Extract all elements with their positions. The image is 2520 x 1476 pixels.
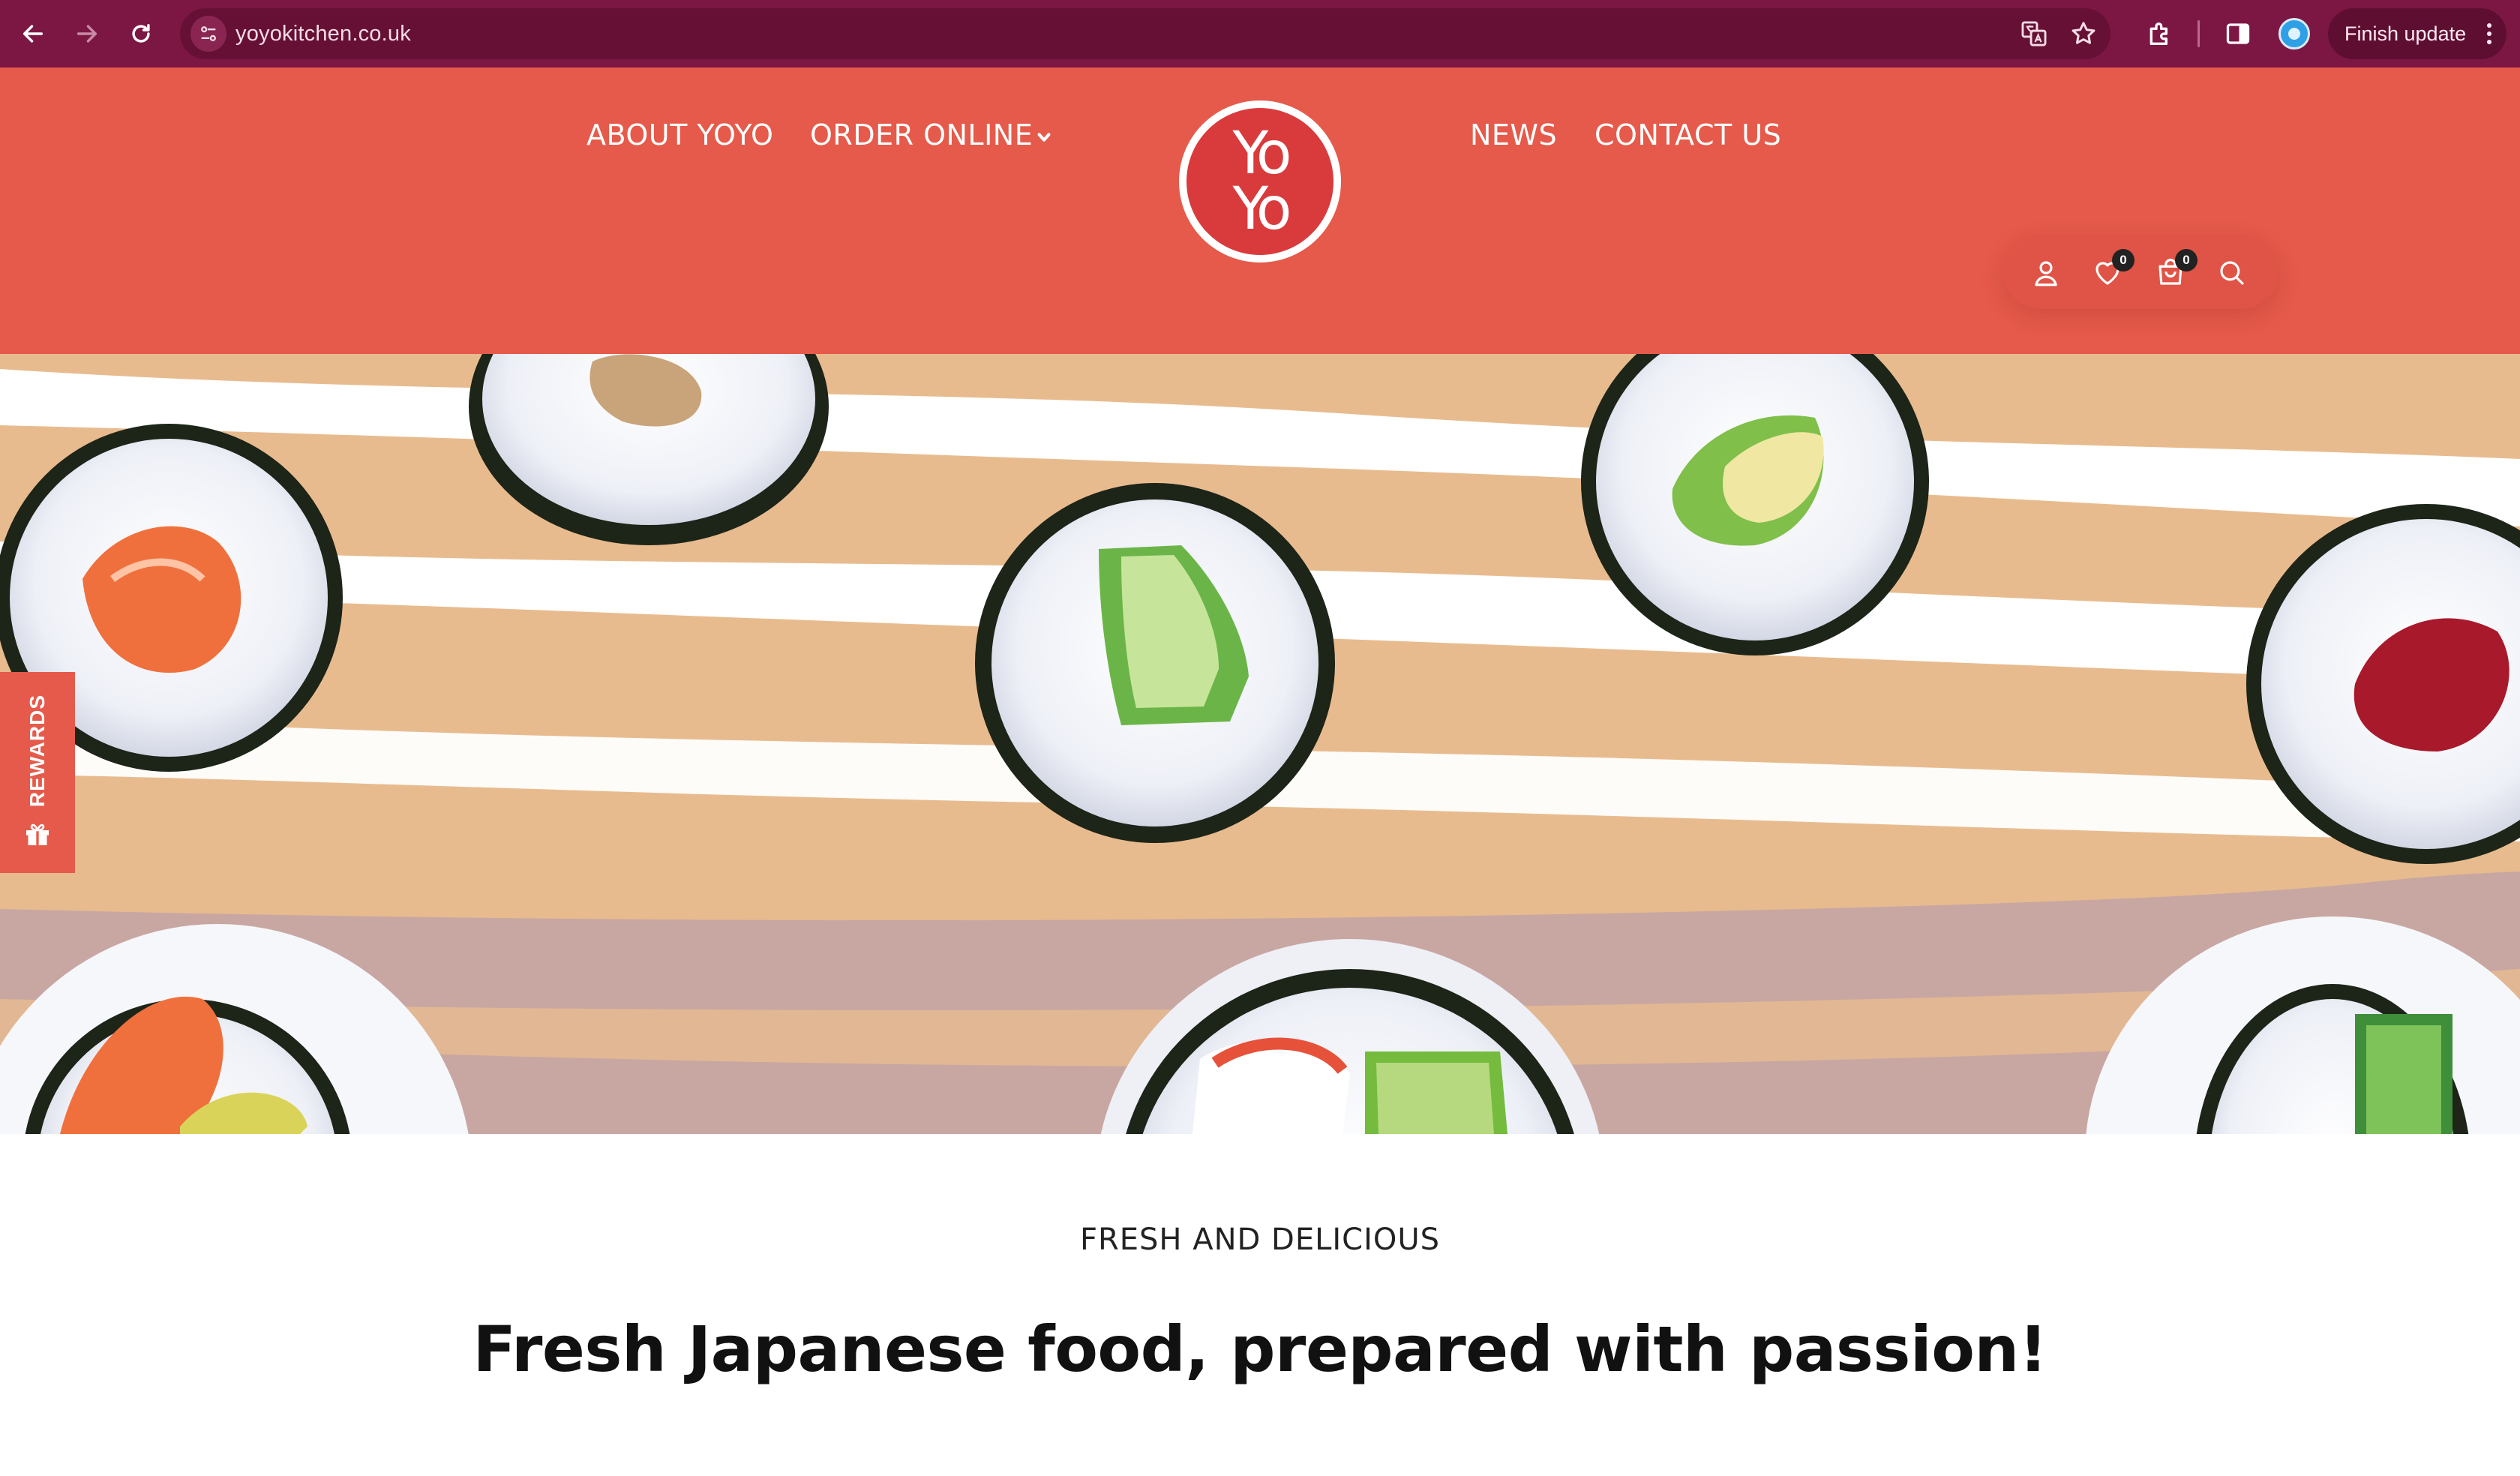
forward-button[interactable] (66, 13, 108, 55)
side-panel-button[interactable] (2220, 16, 2256, 52)
chevron-down-icon (1037, 132, 1051, 142)
site-info-icon (201, 26, 216, 41)
hero-image (0, 354, 2520, 1134)
site-info-button[interactable] (190, 16, 226, 52)
cart-count-badge: 0 (2175, 249, 2198, 272)
side-panel-icon (2226, 23, 2250, 44)
search-icon (2220, 261, 2244, 285)
site-logo[interactable]: Yo Yo (1179, 100, 1341, 262)
logo-mark: Yo Yo (1186, 108, 1334, 255)
reload-icon (132, 23, 150, 43)
site-header: ABOUT YOYO ORDER ONLINE Yo Yo NEWS CONTA… (0, 68, 2520, 354)
url-text[interactable]: yoyokitchen.co.uk (236, 8, 411, 59)
star-icon (2072, 22, 2096, 44)
toolbar-divider (2198, 20, 2200, 47)
finish-update-label: Finish update (2344, 22, 2467, 45)
rewards-tab[interactable]: REWARDS (0, 672, 75, 873)
address-bar[interactable]: yoyokitchen.co.uk (180, 8, 2110, 59)
sushi-illustration (0, 354, 2520, 1134)
cart-button[interactable]: 0 (2154, 249, 2198, 290)
more-vert-icon[interactable] (2487, 23, 2492, 44)
extensions-button[interactable] (2142, 16, 2178, 52)
logo-text-top: Yo (1232, 120, 1292, 188)
intro-section: FRESH AND DELICIOUS Fresh Japanese food,… (0, 1134, 2520, 1476)
gift-icon (26, 824, 49, 846)
back-button[interactable] (12, 13, 54, 55)
cucumber-roll (975, 483, 1335, 843)
extensions-icon (2150, 22, 2168, 45)
nav-about-yoyo[interactable]: ABOUT YOYO (586, 118, 773, 152)
header-actions: 0 0 (2002, 234, 2278, 309)
nav-order-online-label: ORDER ONLINE (810, 118, 1034, 152)
profile-icon[interactable] (2278, 18, 2310, 50)
browser-toolbar: yoyokitchen.co.uk Finish update (0, 0, 2520, 68)
translate-button[interactable] (2018, 17, 2050, 50)
wishlist-count-badge: 0 (2112, 249, 2134, 272)
nav-news[interactable]: NEWS (1470, 118, 1557, 152)
reload-button[interactable] (120, 13, 162, 55)
forward-arrow-icon (76, 25, 98, 43)
search-button[interactable] (2216, 256, 2248, 290)
back-arrow-icon (22, 25, 44, 43)
logo-text-bottom: Yo (1232, 176, 1292, 243)
wishlist-button[interactable]: 0 (2091, 249, 2134, 290)
rewards-label: REWARDS (26, 694, 49, 808)
section-headline: Fresh Japanese food, prepared with passi… (472, 1312, 2048, 1386)
user-icon (2035, 261, 2057, 286)
nav-contact-us[interactable]: CONTACT US (1594, 118, 1781, 152)
nav-order-online[interactable]: ORDER ONLINE (810, 118, 1052, 152)
finish-update-button[interactable]: Finish update (2328, 8, 2506, 59)
bookmark-star-button[interactable] (2067, 17, 2100, 50)
translate-icon (2021, 21, 2047, 46)
account-button[interactable] (2030, 256, 2062, 290)
section-eyebrow: FRESH AND DELICIOUS (1079, 1222, 1441, 1257)
